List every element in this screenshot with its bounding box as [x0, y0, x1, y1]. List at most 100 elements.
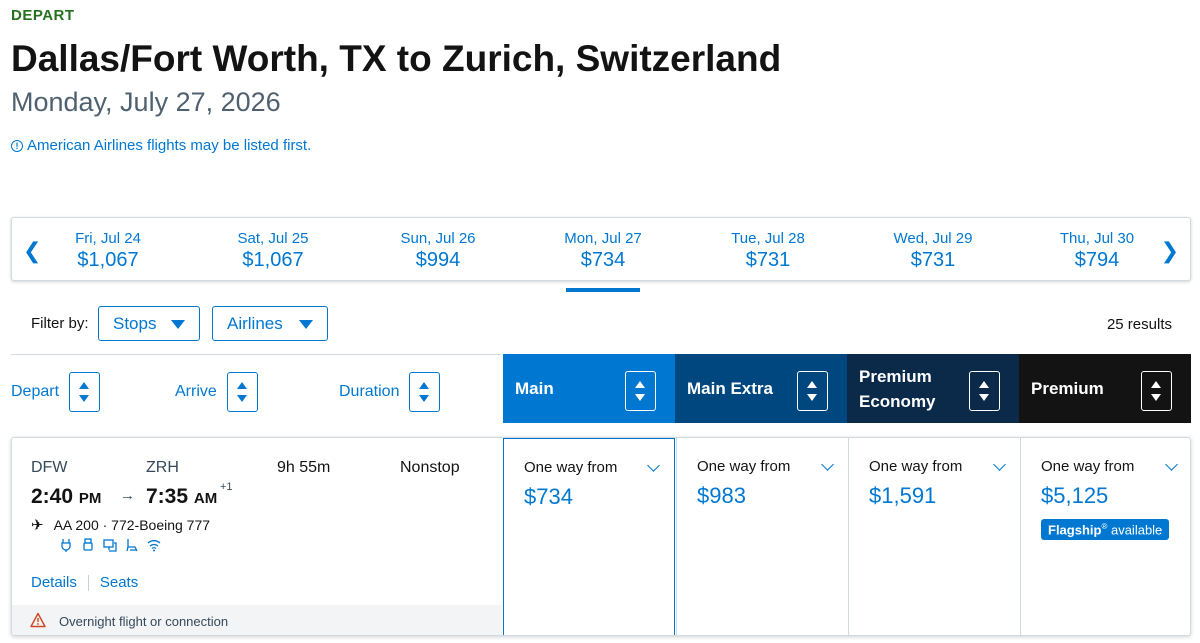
date-option-price: $1,067	[242, 249, 304, 271]
fare-premium[interactable]: One way from $5,125 Flagship® available	[1020, 438, 1190, 635]
selected-date-underline	[566, 288, 640, 292]
sort-down-icon	[79, 395, 90, 402]
sort-down-icon	[979, 394, 989, 401]
cabin-header-main-extra[interactable]: Main Extra	[675, 354, 847, 423]
sort-depart-toggle[interactable]	[69, 372, 101, 412]
sort-premium-toggle[interactable]	[1141, 371, 1172, 411]
chevron-down-icon	[821, 458, 834, 471]
date-option-price: $731	[910, 249, 956, 271]
date-option-price: $731	[745, 249, 791, 271]
sort-arrive-label: Arrive	[175, 383, 217, 400]
sort-down-icon	[635, 394, 645, 401]
sort-up-icon	[1151, 381, 1161, 388]
details-link[interactable]: Details	[31, 574, 77, 591]
date-option-day: Wed, Jul 29	[893, 230, 973, 247]
stops-filter-label: Stops	[113, 313, 157, 333]
fare-price: $734	[524, 484, 573, 509]
cabin-header-premium[interactable]: Premium	[1019, 354, 1191, 423]
date-option-jul-26[interactable]: Sun, Jul 26 $994	[373, 230, 503, 272]
fare-price: $5,125	[1041, 483, 1109, 508]
flight-links: Details Seats	[31, 574, 138, 591]
sort-main-toggle[interactable]	[625, 371, 656, 411]
depart-label: DEPART	[11, 7, 75, 24]
sort-arrive-toggle[interactable]	[226, 372, 258, 412]
date-option-price: $734	[580, 249, 626, 271]
depart-ampm: PM	[78, 490, 102, 507]
cabin-name: Main Extra	[687, 379, 773, 398]
amenity-icons	[59, 538, 161, 552]
destination-code: ZRH	[146, 459, 179, 476]
airlines-filter-dropdown[interactable]: Airlines	[212, 306, 328, 341]
date-subtitle: Monday, July 27, 2026	[11, 87, 281, 117]
sort-arrive: Arrive	[175, 372, 258, 412]
sort-up-icon	[236, 382, 247, 389]
date-option-jul-30[interactable]: Thu, Jul 30 $794	[1032, 230, 1162, 272]
day-offset: +1	[220, 481, 233, 493]
sort-depart-label: Depart	[11, 383, 60, 400]
flight-info-text: AA 200 · 772-Boeing 777	[53, 517, 211, 533]
date-option-price: $994	[415, 249, 461, 271]
usb-icon	[83, 538, 93, 551]
sort-main-extra-toggle[interactable]	[797, 371, 828, 411]
arrive-time: 7:35 AM	[146, 485, 217, 509]
fare-main-extra[interactable]: One way from $983	[676, 438, 848, 635]
flagship-badge-rest: available	[1107, 522, 1163, 538]
sort-up-icon	[79, 382, 90, 389]
arrive-ampm: AM	[193, 490, 218, 507]
flight-card: DFW ZRH 2:40 PM → 7:35 AM +1 9h 55m Nons…	[11, 437, 1191, 636]
sort-up-icon	[979, 381, 989, 388]
date-option-day: Sat, Jul 25	[237, 230, 309, 247]
link-divider	[87, 574, 89, 591]
fare-price: $1,591	[869, 483, 937, 508]
fare-from-label: One way from	[697, 458, 791, 475]
previous-dates-arrow-icon[interactable]: ❮	[23, 238, 41, 264]
seat-icon	[126, 539, 138, 552]
date-option-jul-25[interactable]: Sat, Jul 25 $1,067	[208, 230, 338, 272]
date-option-price: $1,067	[77, 249, 139, 271]
flagship-badge-name: Flagship	[1048, 522, 1102, 538]
cabin-name: Main	[515, 379, 554, 398]
filter-label: Filter by:	[31, 315, 89, 332]
flight-duration: 9h 55m	[277, 459, 331, 476]
sort-duration-toggle[interactable]	[409, 372, 441, 412]
results-count: 25 results	[1106, 316, 1172, 333]
flight-stops: Nonstop	[400, 459, 460, 476]
sort-down-icon	[236, 395, 247, 402]
chevron-down-icon	[647, 459, 660, 472]
fare-from-label: One way from	[524, 459, 618, 476]
sort-down-icon	[419, 395, 430, 402]
seats-link[interactable]: Seats	[100, 574, 138, 591]
sort-premium-economy-toggle[interactable]	[969, 371, 1000, 411]
date-option-day: Fri, Jul 24	[75, 230, 141, 247]
caret-down-icon	[299, 320, 313, 329]
date-carousel: ❮ Fri, Jul 24 $1,067 Sat, Jul 25 $1,067 …	[11, 217, 1191, 292]
date-option-day: Thu, Jul 30	[1059, 230, 1135, 247]
fare-from-label: One way from	[869, 458, 963, 475]
date-option-day: Mon, Jul 27	[564, 230, 642, 247]
sort-duration: Duration	[339, 372, 441, 412]
sort-duration-label: Duration	[339, 383, 400, 400]
sort-depart: Depart	[11, 372, 101, 412]
sort-up-icon	[419, 382, 430, 389]
date-option-jul-28[interactable]: Tue, Jul 28 $731	[703, 230, 833, 272]
cabin-header-main[interactable]: Main	[503, 354, 675, 423]
airlines-filter-label: Airlines	[227, 313, 283, 333]
flight-number: ✈ AA 200 · 772-Boeing 777	[31, 516, 210, 534]
listing-notice-text: American Airlines flights may be listed …	[27, 137, 312, 154]
airplane-icon: ✈	[31, 517, 44, 534]
route-title: Dallas/Fort Worth, TX to Zurich, Switzer…	[11, 38, 782, 79]
cabin-name-line1: Premium	[859, 366, 932, 386]
fare-main[interactable]: One way from $734	[503, 438, 675, 635]
fare-premium-economy[interactable]: One way from $1,591	[848, 438, 1020, 635]
date-option-jul-29[interactable]: Wed, Jul 29 $731	[868, 230, 998, 272]
fare-price: $983	[697, 483, 746, 508]
sort-up-icon	[807, 381, 817, 388]
date-option-jul-24[interactable]: Fri, Jul 24 $1,067	[43, 230, 173, 272]
stops-filter-dropdown[interactable]: Stops	[98, 306, 200, 341]
cabin-header-premium-economy[interactable]: Premium Economy	[847, 354, 1019, 423]
cabin-name-line2: Economy	[859, 391, 936, 411]
power-icon	[61, 539, 71, 552]
sort-down-icon	[1151, 394, 1161, 401]
next-dates-arrow-icon[interactable]: ❯	[1161, 238, 1179, 264]
date-option-jul-27-selected[interactable]: Mon, Jul 27 $734	[538, 230, 668, 292]
